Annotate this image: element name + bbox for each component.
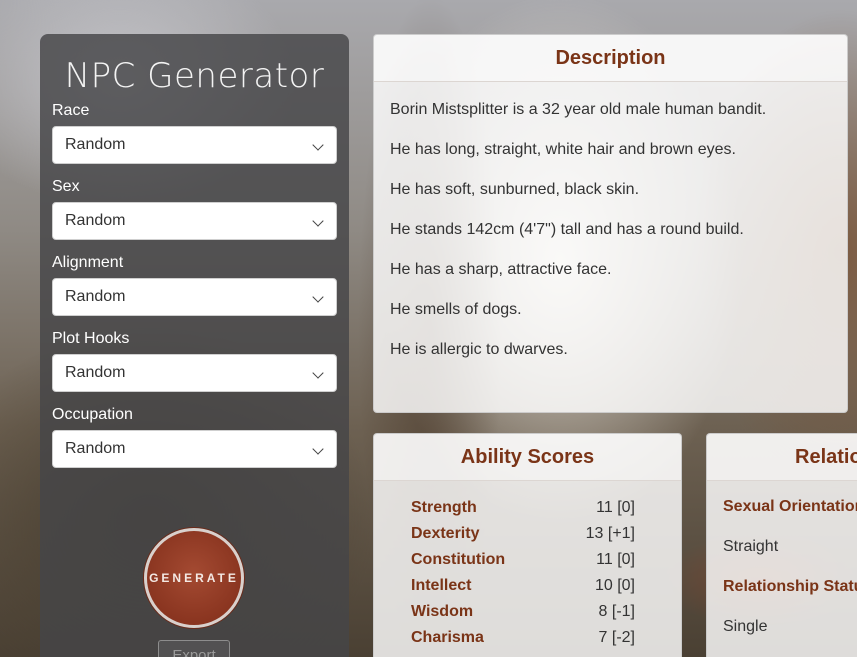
ability-row: Strength 11 [0] (374, 499, 681, 525)
relationship-value: Single (723, 618, 768, 635)
description-line: He has soft, sunburned, black skin. (390, 181, 640, 198)
relationships-body: Sexual Orientation Straight Relationship… (707, 481, 857, 657)
description-title: Description (374, 35, 847, 82)
race-select[interactable]: Random (52, 126, 337, 164)
ability-scores-title: Ability Scores (374, 434, 681, 481)
description-body: Borin Mistsplitter is a 32 year old male… (374, 82, 847, 398)
alignment-select-value: Random (65, 288, 126, 305)
description-line: He stands 142cm (4'7") tall and has a ro… (390, 221, 744, 238)
generate-button[interactable]: GENERATE (144, 528, 244, 628)
relationship-label: Sexual Orientation (723, 498, 857, 515)
plot-hooks-label: Plot Hooks (52, 330, 130, 347)
chevron-down-icon (312, 443, 324, 455)
ability-value: 13 [+1] (585, 525, 635, 542)
ability-row: Wisdom 8 [-1] (374, 603, 681, 629)
ability-name: Constitution (411, 551, 506, 568)
occupation-label: Occupation (52, 406, 133, 423)
chevron-down-icon (312, 139, 324, 151)
ability-name: Intellect (411, 577, 472, 594)
description-line: He has long, straight, white hair and br… (390, 141, 736, 158)
plot-hooks-select-value: Random (65, 364, 126, 381)
chevron-down-icon (312, 215, 324, 227)
ability-row: Intellect 10 [0] (374, 577, 681, 603)
relationships-panel: Relationships Sexual Orientation Straigh… (706, 433, 857, 657)
plot-hooks-select[interactable]: Random (52, 354, 337, 392)
ability-name: Wisdom (411, 603, 474, 620)
description-line: He is allergic to dwarves. (390, 341, 568, 358)
description-panel: Description Borin Mistsplitter is a 32 y… (373, 34, 848, 413)
export-button[interactable]: Export (158, 640, 230, 657)
race-label: Race (52, 102, 90, 119)
description-line: He has a sharp, attractive face. (390, 261, 612, 278)
occupation-select[interactable]: Random (52, 430, 337, 468)
sex-label: Sex (52, 178, 80, 195)
ability-value: 11 [0] (596, 551, 635, 568)
ability-scores-panel: Ability Scores Strength 11 [0] Dexterity… (373, 433, 682, 657)
ability-scores-table: Strength 11 [0] Dexterity 13 [+1] Consti… (374, 499, 681, 655)
sidebar: NPC Generator Race Random Sex Random Ali… (40, 34, 349, 657)
description-line: He smells of dogs. (390, 301, 522, 318)
chevron-down-icon (312, 291, 324, 303)
ability-value: 11 [0] (596, 499, 635, 516)
alignment-label: Alignment (52, 254, 124, 271)
occupation-select-value: Random (65, 440, 126, 457)
ability-value: 8 [-1] (598, 603, 635, 620)
relationship-value: Straight (723, 538, 779, 555)
relationships-title: Relationships (707, 434, 857, 481)
app-title: NPC Generator (64, 56, 325, 96)
ability-row: Dexterity 13 [+1] (374, 525, 681, 551)
sex-select-value: Random (65, 212, 126, 229)
ability-name: Strength (411, 499, 477, 516)
alignment-select[interactable]: Random (52, 278, 337, 316)
race-select-value: Random (65, 136, 126, 153)
ability-name: Dexterity (411, 525, 480, 542)
ability-row: Constitution 11 [0] (374, 551, 681, 577)
ability-value: 10 [0] (594, 577, 635, 594)
description-line: Borin Mistsplitter is a 32 year old male… (390, 101, 767, 118)
ability-row: Charisma 7 [-2] (374, 629, 681, 655)
sex-select[interactable]: Random (52, 202, 337, 240)
ability-value: 7 [-2] (598, 629, 635, 646)
ability-name: Charisma (411, 629, 484, 646)
relationship-label: Relationship Status (723, 578, 857, 595)
chevron-down-icon (312, 367, 324, 379)
